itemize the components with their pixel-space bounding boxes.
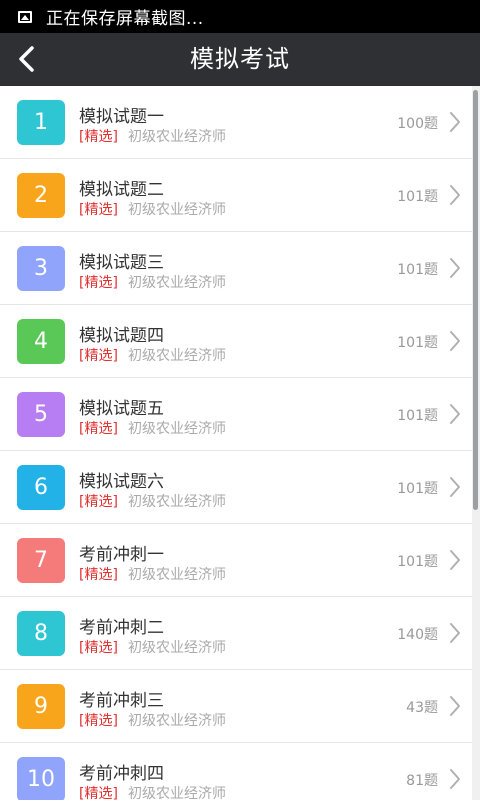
exam-category: 初级农业经济师 xyxy=(128,567,226,583)
list-item[interactable]: 6 模拟试题六 [精选] 初级农业经济师 101题 xyxy=(0,451,472,524)
number-badge: 6 xyxy=(17,465,65,510)
image-icon xyxy=(18,10,32,23)
list-item[interactable]: 4 模拟试题四 [精选] 初级农业经济师 101题 xyxy=(0,305,472,378)
featured-tag: [精选] xyxy=(79,348,118,364)
question-count: 101题 xyxy=(397,335,438,351)
number-badge: 1 xyxy=(17,100,65,145)
question-count: 43题 xyxy=(406,700,438,716)
chevron-right-icon xyxy=(450,112,460,132)
question-count: 101题 xyxy=(397,408,438,424)
featured-tag: [精选] xyxy=(79,494,118,510)
chevron-right-icon xyxy=(450,185,460,205)
chevron-right-icon xyxy=(450,331,460,351)
featured-tag: [精选] xyxy=(79,275,118,291)
exam-category: 初级农业经济师 xyxy=(128,494,226,510)
question-count: 81题 xyxy=(406,773,438,789)
number-badge: 8 xyxy=(17,611,65,656)
list-item[interactable]: 9 考前冲刺三 [精选] 初级农业经济师 43题 xyxy=(0,670,472,743)
chevron-right-icon xyxy=(450,258,460,278)
status-bar: 正在保存屏幕截图... xyxy=(0,0,480,33)
number-badge: 3 xyxy=(17,246,65,291)
chevron-right-icon xyxy=(450,477,460,497)
status-text: 正在保存屏幕截图... xyxy=(46,9,204,29)
exam-title: 模拟试题六 xyxy=(79,472,164,492)
list-item[interactable]: 1 模拟试题一 [精选] 初级农业经济师 100题 xyxy=(0,86,472,159)
featured-tag: [精选] xyxy=(79,202,118,218)
exam-category: 初级农业经济师 xyxy=(128,202,226,218)
exam-category: 初级农业经济师 xyxy=(128,421,226,437)
chevron-right-icon xyxy=(450,404,460,424)
chevron-right-icon xyxy=(450,623,460,643)
question-count: 100题 xyxy=(397,116,438,132)
number-badge: 2 xyxy=(17,173,65,218)
exam-title: 模拟试题三 xyxy=(79,253,164,273)
chevron-right-icon xyxy=(450,550,460,570)
number-badge: 10 xyxy=(17,757,65,800)
exam-title: 模拟试题四 xyxy=(79,326,164,346)
featured-tag: [精选] xyxy=(79,421,118,437)
question-count: 101题 xyxy=(397,262,438,278)
featured-tag: [精选] xyxy=(79,640,118,656)
exam-title: 考前冲刺二 xyxy=(79,618,164,638)
exam-title: 模拟试题五 xyxy=(79,399,164,419)
exam-category: 初级农业经济师 xyxy=(128,713,226,729)
exam-category: 初级农业经济师 xyxy=(128,786,226,800)
exam-title: 考前冲刺三 xyxy=(79,691,164,711)
exam-category: 初级农业经济师 xyxy=(128,129,226,145)
list-item[interactable]: 5 模拟试题五 [精选] 初级农业经济师 101题 xyxy=(0,378,472,451)
exam-category: 初级农业经济师 xyxy=(128,275,226,291)
list-item[interactable]: 2 模拟试题二 [精选] 初级农业经济师 101题 xyxy=(0,159,472,232)
question-count: 101题 xyxy=(397,189,438,205)
chevron-right-icon xyxy=(450,696,460,716)
list-item[interactable]: 10 考前冲刺四 [精选] 初级农业经济师 81题 xyxy=(0,743,472,800)
list-item[interactable]: 3 模拟试题三 [精选] 初级农业经济师 101题 xyxy=(0,232,472,305)
featured-tag: [精选] xyxy=(79,713,118,729)
exam-category: 初级农业经济师 xyxy=(128,640,226,656)
number-badge: 5 xyxy=(17,392,65,437)
featured-tag: [精选] xyxy=(79,786,118,800)
page-title: 模拟考试 xyxy=(190,45,290,73)
question-count: 140题 xyxy=(397,627,438,643)
exam-title: 考前冲刺四 xyxy=(79,764,164,784)
scrollbar[interactable] xyxy=(473,90,478,510)
chevron-right-icon xyxy=(450,769,460,789)
number-badge: 4 xyxy=(17,319,65,364)
exam-title: 模拟试题一 xyxy=(79,107,164,127)
exam-title: 模拟试题二 xyxy=(79,180,164,200)
question-count: 101题 xyxy=(397,554,438,570)
exam-title: 考前冲刺一 xyxy=(79,545,164,565)
number-badge: 7 xyxy=(17,538,65,583)
exam-category: 初级农业经济师 xyxy=(128,348,226,364)
featured-tag: [精选] xyxy=(79,129,118,145)
list-item[interactable]: 8 考前冲刺二 [精选] 初级农业经济师 140题 xyxy=(0,597,472,670)
title-bar: 模拟考试 xyxy=(0,33,480,86)
exam-list: 1 模拟试题一 [精选] 初级农业经济师 100题 2 模拟试题二 [精选] 初级农业经济师 10… xyxy=(0,86,472,800)
featured-tag: [精选] xyxy=(79,567,118,583)
question-count: 101题 xyxy=(397,481,438,497)
number-badge: 9 xyxy=(17,684,65,729)
list-item[interactable]: 7 考前冲刺一 [精选] 初级农业经济师 101题 xyxy=(0,524,472,597)
